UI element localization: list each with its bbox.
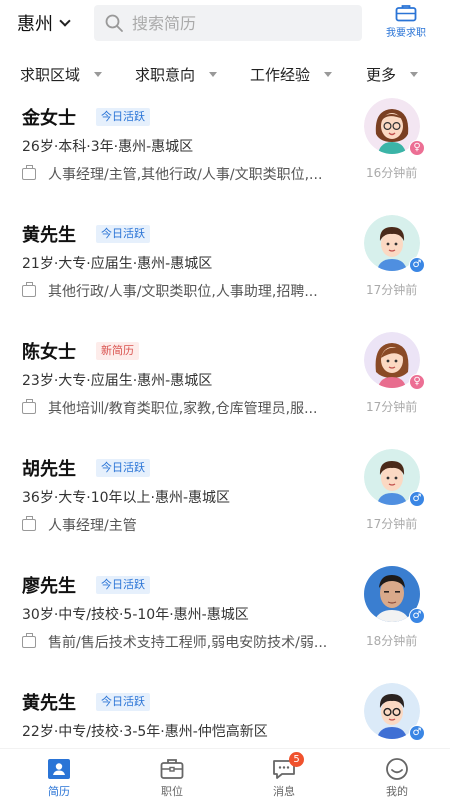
- male-icon: ♂: [409, 491, 425, 507]
- filter-label: 更多: [366, 66, 397, 84]
- tab-label: 消息: [273, 785, 295, 798]
- candidate-name: 胡先生: [22, 459, 76, 480]
- job-intentions-text: 人事经理/主管,其他行政/人事/文职类职位,...: [48, 167, 323, 183]
- tab-profile[interactable]: 我的: [367, 749, 427, 800]
- briefcase-icon: [22, 399, 36, 414]
- profile-icon: [386, 758, 408, 780]
- update-time: 17分钟前: [366, 400, 418, 414]
- status-badge: 今日活跃: [96, 108, 150, 126]
- job-intentions-text: 人事经理/主管: [48, 518, 137, 534]
- tab-jobs[interactable]: 职位: [142, 749, 202, 800]
- update-time: 16分钟前: [366, 166, 418, 180]
- list-item[interactable]: 胡先生 今日活跃 36岁·大专·10年以上·惠州-惠城区 人事经理/主管 ♂ 1…: [0, 447, 450, 564]
- filter-label: 求职意向: [135, 66, 196, 84]
- filter-label: 工作经验: [250, 66, 311, 84]
- update-time: 18分钟前: [366, 634, 418, 648]
- job-intentions-text: 售前/售后技术支持工程师,弱电安防技术/弱...: [48, 635, 328, 651]
- filter-area[interactable]: 求职区域: [20, 64, 103, 85]
- briefcase-icon: [22, 165, 36, 180]
- candidate-info: 22岁·中专/技校·3-5年·惠州-仲恺高新区: [22, 724, 268, 740]
- city-label: 惠州: [17, 14, 53, 35]
- tab-label: 我的: [386, 785, 408, 798]
- job-intentions: 其他行政/人事/文职类职位,人事助理,招聘...: [22, 281, 352, 301]
- resume-icon: [48, 759, 70, 779]
- status-badge: 今日活跃: [96, 225, 150, 243]
- list-item[interactable]: 黄先生 今日活跃 21岁·大专·应届生·惠州-惠城区 其他行政/人事/文职类职位…: [0, 213, 450, 330]
- list-item[interactable]: 金女士 今日活跃 26岁·本科·3年·惠州-惠城区 人事经理/主管,其他行政/人…: [0, 96, 450, 213]
- status-badge: 新简历: [96, 342, 139, 360]
- apply-job-label: 我要求职: [386, 28, 426, 39]
- unread-badge: 5: [289, 752, 304, 767]
- candidate-name: 黄先生: [22, 225, 76, 246]
- candidate-name: 廖先生: [22, 576, 76, 597]
- job-intentions: 人事经理/主管,其他行政/人事/文职类职位,...: [22, 164, 352, 184]
- update-time: 17分钟前: [366, 283, 418, 297]
- status-badge: 今日活跃: [96, 576, 150, 594]
- job-intentions-text: 其他培训/教育类职位,家教,仓库管理员,服...: [48, 401, 318, 417]
- tab-label: 简历: [48, 785, 70, 798]
- tab-messages[interactable]: 消息 5: [254, 749, 314, 800]
- list-item[interactable]: 廖先生 今日活跃 30岁·中专/技校·5-10年·惠州-惠城区 售前/售后技术支…: [0, 564, 450, 681]
- job-intentions: 人事经理/主管: [22, 515, 352, 535]
- candidate-info: 36岁·大专·10年以上·惠州-惠城区: [22, 490, 231, 506]
- female-icon: ♀: [409, 140, 425, 156]
- job-intentions-text: 其他行政/人事/文职类职位,人事助理,招聘...: [48, 284, 318, 300]
- candidate-name: 金女士: [22, 108, 76, 129]
- triangle-down-icon: [209, 72, 218, 77]
- apply-job-button[interactable]: 我要求职: [376, 4, 436, 40]
- job-intentions: 其他培训/教育类职位,家教,仓库管理员,服...: [22, 398, 352, 418]
- search-box[interactable]: [94, 5, 362, 41]
- update-time: 17分钟前: [366, 517, 418, 531]
- filter-bar: 求职区域 求职意向 工作经验 更多: [0, 58, 450, 90]
- tab-label: 职位: [161, 785, 183, 798]
- filter-experience[interactable]: 工作经验: [250, 64, 333, 85]
- status-badge: 今日活跃: [96, 693, 150, 711]
- briefcase-icon: [395, 5, 417, 22]
- resume-list: 金女士 今日活跃 26岁·本科·3年·惠州-惠城区 人事经理/主管,其他行政/人…: [0, 96, 450, 798]
- filter-label: 求职区域: [20, 66, 81, 84]
- status-badge: 今日活跃: [96, 459, 150, 477]
- filter-more[interactable]: 更多: [366, 64, 419, 85]
- job-intentions: 售前/售后技术支持工程师,弱电安防技术/弱...: [22, 632, 352, 652]
- triangle-down-icon: [410, 72, 419, 77]
- candidate-name: 陈女士: [22, 342, 76, 363]
- tab-resume[interactable]: 简历: [29, 749, 89, 800]
- triangle-down-icon: [94, 72, 103, 77]
- briefcase-icon: [22, 516, 36, 531]
- triangle-down-icon: [324, 72, 333, 77]
- search-input[interactable]: [132, 13, 332, 33]
- briefcase-icon: [22, 633, 36, 648]
- candidate-info: 26岁·本科·3年·惠州-惠城区: [22, 139, 194, 155]
- city-selector[interactable]: 惠州: [17, 10, 71, 36]
- chevron-down-icon: [59, 14, 71, 27]
- candidate-info: 30岁·中专/技校·5-10年·惠州-惠城区: [22, 607, 249, 623]
- bottom-nav: 简历 职位 消息 5 我的: [0, 748, 450, 800]
- candidate-name: 黄先生: [22, 693, 76, 714]
- male-icon: ♂: [409, 725, 425, 741]
- female-icon: ♀: [409, 374, 425, 390]
- list-item[interactable]: 陈女士 新简历 23岁·大专·应届生·惠州-惠城区 其他培训/教育类职位,家教,…: [0, 330, 450, 447]
- search-icon: [105, 14, 123, 32]
- candidate-info: 23岁·大专·应届生·惠州-惠城区: [22, 373, 213, 389]
- top-bar: 惠州 我要求职: [0, 0, 450, 46]
- briefcase-icon: [22, 282, 36, 297]
- filter-intention[interactable]: 求职意向: [135, 64, 218, 85]
- briefcase-icon: [160, 759, 184, 779]
- male-icon: ♂: [409, 257, 425, 273]
- candidate-info: 21岁·大专·应届生·惠州-惠城区: [22, 256, 213, 272]
- male-icon: ♂: [409, 608, 425, 624]
